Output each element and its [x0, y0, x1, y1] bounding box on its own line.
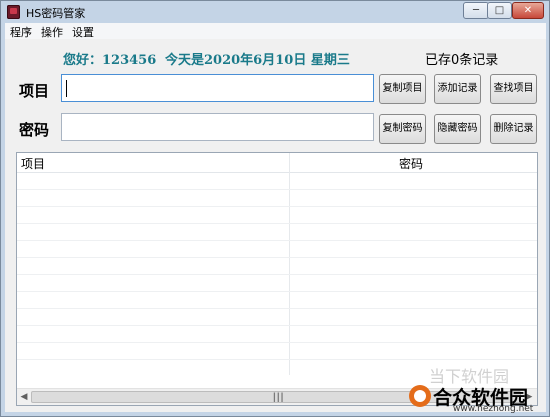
item-label: 项目 [19, 82, 50, 100]
row-gridline [17, 257, 537, 258]
watermark-logo-icon [409, 385, 431, 407]
close-button[interactable]: ✕ [512, 2, 544, 19]
window-title: HS密码管家 [26, 7, 86, 20]
scroll-left-icon[interactable]: ◀ [18, 391, 30, 403]
hide-password-button[interactable]: 隐藏密码 [434, 114, 481, 144]
row-gridline [17, 308, 537, 309]
minimize-icon: ─ [472, 5, 480, 16]
row-gridline [17, 342, 537, 343]
greeting-text: 您好：123456 [63, 53, 157, 68]
row-gridline [17, 240, 537, 241]
row-gridline [17, 274, 537, 275]
watermark-url: www.hezhong.net [453, 404, 534, 414]
row-gridline [17, 325, 537, 326]
row-gridline [17, 189, 537, 190]
minimize-button[interactable]: ─ [463, 2, 489, 19]
row-gridline [17, 291, 537, 292]
add-record-button[interactable]: 添加记录 [434, 74, 481, 104]
watermark: 当下软件园 合众软件园 www.hezhong.net [409, 363, 549, 415]
menu-program[interactable]: 程序 [10, 24, 32, 40]
delete-record-button[interactable]: 删除记录 [490, 114, 537, 144]
maximize-icon: □ [494, 5, 505, 16]
row-gridline [17, 359, 537, 360]
menu-bar: 程序 操作 设置 [5, 23, 546, 39]
row-gridline [17, 223, 537, 224]
copy-item-button[interactable]: 复制项目 [379, 74, 426, 104]
copy-password-button[interactable]: 复制密码 [379, 114, 426, 144]
app-icon[interactable] [7, 5, 20, 19]
find-item-button[interactable]: 查找项目 [490, 74, 537, 104]
close-icon: ✕ [523, 5, 533, 16]
column-header-item[interactable]: 项目 [21, 155, 45, 172]
password-label: 密码 [19, 121, 50, 139]
main-panel: 您好：123456 今天是2020年6月10日 星期三 已存0条记录 项目 复制… [5, 39, 546, 412]
menu-operate[interactable]: 操作 [41, 24, 63, 40]
date-text: 今天是2020年6月10日 星期三 [165, 53, 350, 68]
record-count: 已存0条记录 [425, 53, 499, 68]
password-input[interactable] [61, 113, 374, 141]
row-gridline [17, 206, 537, 207]
text-caret [66, 80, 67, 97]
title-bar[interactable]: HS密码管家 ─ □ ✕ [1, 1, 549, 23]
grip-icon: ┃┃┃ [272, 393, 284, 402]
item-input[interactable] [61, 74, 374, 102]
menu-settings[interactable]: 设置 [72, 24, 94, 40]
app-window: HS密码管家 ─ □ ✕ 程序 操作 设置 您好：123456 今天是2020年… [0, 0, 550, 417]
column-header-password[interactable]: 密码 [399, 155, 423, 172]
table-header: 项目 密码 [17, 153, 537, 173]
maximize-button[interactable]: □ [487, 2, 512, 19]
